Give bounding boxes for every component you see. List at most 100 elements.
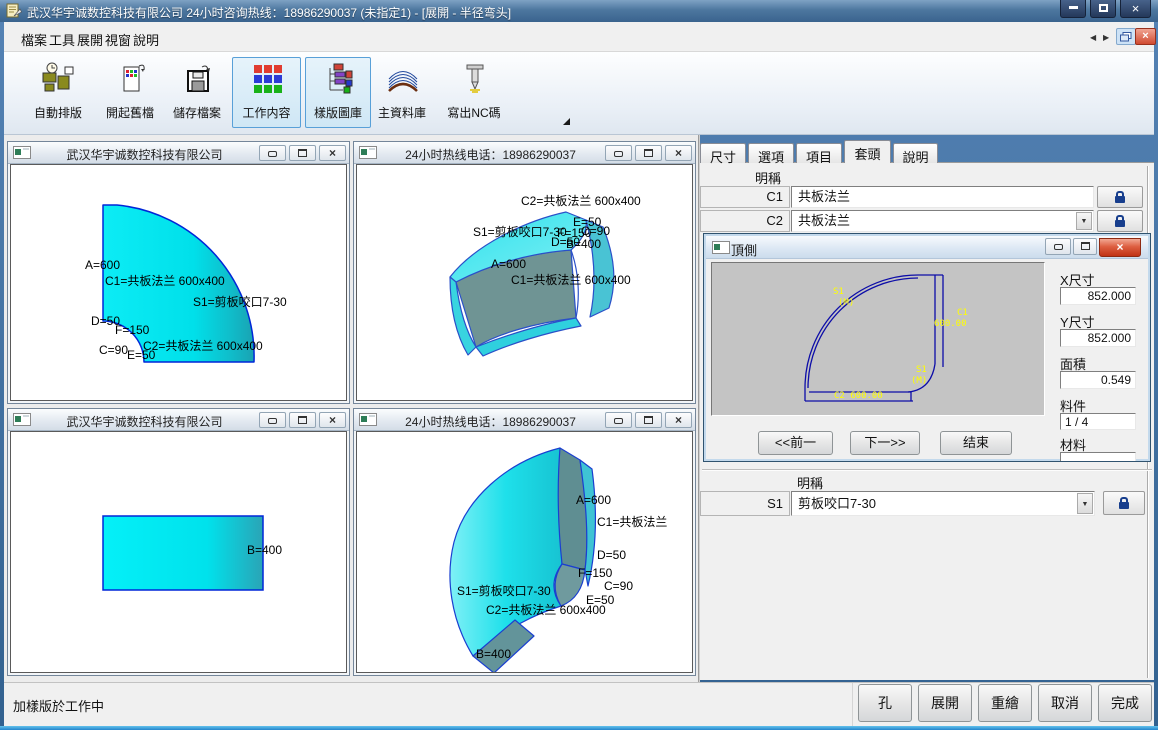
dialog-maximize-button[interactable] (1073, 238, 1097, 255)
lock-button-c1[interactable] (1097, 186, 1143, 208)
child-minimize-button[interactable] (605, 145, 632, 161)
mdi-restore-button[interactable] (1116, 28, 1136, 45)
write-nc-icon (457, 62, 493, 96)
child-titlebar[interactable]: 武汉华宇诚数控科技有限公司 × (8, 409, 349, 431)
child-window-iso-view-1: 24小时热线电话：18986290037 × C2=共板法兰 600x400S (353, 141, 696, 404)
child-minimize-button[interactable] (605, 412, 632, 428)
mdi-close-button[interactable]: × (1135, 28, 1156, 45)
status-divider (852, 683, 853, 727)
dimension-label: A=600 (576, 493, 611, 507)
child-close-button[interactable]: × (319, 145, 346, 161)
child-maximize-button[interactable] (635, 412, 662, 428)
next-button[interactable]: 下一>> (850, 431, 920, 455)
child-window-flat-pattern: 武汉华宇诚数控科技有限公司 × A=600C1=共板法兰 600x400S1=剪… (7, 141, 350, 404)
redraw-button[interactable]: 重繪 (978, 684, 1032, 722)
dimension-label: C1=共板法兰 600x400 (105, 272, 225, 289)
dimension-label: F=150 (578, 566, 612, 580)
chevron-down-icon[interactable]: ▼ (1076, 212, 1092, 230)
auto-nest-icon (41, 62, 77, 96)
toolbar-template-library-button[interactable]: 樣版圖庫 (305, 57, 371, 128)
part-count-field[interactable]: 1 / 4 (1060, 413, 1136, 430)
mdi-back-arrow-icon[interactable]: ◀ (1090, 33, 1096, 42)
maximize-button[interactable] (1090, 0, 1116, 18)
child-close-button[interactable]: × (665, 145, 692, 161)
dimension-label: C1=共板法兰 600x400 (511, 271, 631, 288)
dimension-label: (M) (838, 298, 854, 308)
toolbar-write-nc-button[interactable]: 寫出NC碼 (441, 57, 507, 128)
finish-button[interactable]: 完成 (1098, 684, 1152, 722)
child-close-button[interactable]: × (319, 412, 346, 428)
menu-help[interactable]: 說明 (130, 29, 162, 50)
row-combo-c2[interactable]: 共板法兰 ▼ (791, 210, 1094, 232)
minimize-button[interactable] (1060, 0, 1086, 18)
tab-options[interactable]: 選項 (748, 143, 794, 163)
y-size-field[interactable]: 852.000 (1060, 329, 1136, 347)
name-column-header: 明稱 (755, 168, 781, 187)
close-button[interactable]: × (1120, 0, 1151, 18)
dialog-close-button[interactable]: × (1099, 238, 1141, 257)
row-value-c1[interactable]: 共板法兰 (791, 186, 1094, 208)
lock-icon (1115, 196, 1125, 203)
window-title: 武汉华宇诚数控科技有限公司 24小时咨询热线：18986290037 (未指定1… (27, 4, 511, 21)
tab-notes[interactable]: 說明 (893, 143, 938, 163)
app-logo-icon (6, 3, 22, 18)
toolbar-save-file-button[interactable]: 儲存檔案 (164, 57, 230, 128)
toolbar-auto-nest-button[interactable]: 自動排版 (25, 57, 91, 128)
child-titlebar[interactable]: 武汉华宇诚数控科技有限公司 × (8, 142, 349, 164)
child-minimize-button[interactable] (259, 412, 286, 428)
dimension-label: C=90 (99, 343, 128, 357)
status-text: 加樣版於工作中 (13, 696, 104, 715)
material-field[interactable] (1060, 452, 1136, 462)
panel-separator (702, 469, 1152, 471)
child-window-icon (13, 413, 31, 426)
dialog-titlebar[interactable]: 頂側 × (706, 236, 1148, 259)
cancel-button[interactable]: 取消 (1038, 684, 1092, 722)
toolbar-main-database-button[interactable]: 主資料庫 (369, 57, 435, 128)
child-titlebar[interactable]: 24小时热线电话：18986290037 × (354, 409, 695, 431)
child-minimize-button[interactable] (259, 145, 286, 161)
toolbar-corner-marker-icon (563, 118, 570, 125)
dimension-label: C1=共板法兰 (597, 513, 667, 530)
dimension-label: S1 (916, 365, 927, 375)
combo-value: 共板法兰 (798, 213, 850, 228)
dimension-label: C2=共板法兰 600x400 (486, 601, 606, 618)
child-window-title: 24小时热线电话：18986290037 (382, 146, 599, 163)
dimension-label: C2=共板法兰 600x400 (143, 337, 263, 354)
status-bar: 加樣版於工作中 孔 展開 重繪 取消 完成 (4, 682, 1154, 726)
main-titlebar[interactable]: 武汉华宇诚数控科技有限公司 24小时咨询热线：18986290037 (未指定1… (0, 0, 1158, 22)
toolbar-job-content-button[interactable]: 工作内容 (232, 57, 301, 128)
name-column-header-bottom: 明稱 (797, 473, 823, 492)
toolbar-open-file-button[interactable]: 開起舊檔 (97, 57, 163, 128)
iso-view-drawing-2: A=600C1=共板法兰D=50F=150C=90S1=剪板咬口7-30E=50… (356, 431, 693, 673)
child-maximize-button[interactable] (635, 145, 662, 161)
lock-icon (1119, 502, 1129, 509)
tab-dimensions[interactable]: 尺寸 (700, 143, 746, 163)
child-maximize-button[interactable] (289, 145, 316, 161)
unfold-button[interactable]: 展開 (918, 684, 972, 722)
row-combo-s1[interactable]: 剪板咬口7-30 ▼ (791, 491, 1095, 516)
child-maximize-button[interactable] (289, 412, 316, 428)
tab-collar[interactable]: 套頭 (844, 140, 891, 163)
child-close-button[interactable]: × (665, 412, 692, 428)
dimension-label: B=400 (476, 647, 511, 661)
hole-button[interactable]: 孔 (858, 684, 912, 722)
dimension-label: A=600 (491, 257, 526, 271)
area-field[interactable]: 0.549 (1060, 371, 1136, 389)
mdi-forward-arrow-icon[interactable]: ▶ (1103, 33, 1109, 42)
window-bottom-frame (0, 726, 1158, 730)
end-button[interactable]: 结束 (940, 431, 1012, 455)
job-content-icon (250, 62, 286, 96)
dimension-label: B=400 (566, 237, 601, 251)
chevron-down-icon[interactable]: ▼ (1077, 493, 1093, 514)
child-titlebar[interactable]: 24小时热线电话：18986290037 × (354, 142, 695, 164)
x-size-field[interactable]: 852.000 (1060, 287, 1136, 305)
dialog-minimize-button[interactable] (1045, 238, 1071, 255)
toolbar: 自動排版 開起舊檔 儲存檔案 工作内容 樣版圖庫 (4, 52, 1154, 135)
previous-button[interactable]: <<前一 (758, 431, 833, 455)
menu-bar: 檔案 工具 展開 視窗 說明 ◀ ▶ × (4, 22, 1154, 52)
lock-button-c2[interactable] (1097, 210, 1143, 232)
lock-button-s1[interactable] (1103, 491, 1145, 515)
tab-items[interactable]: 項目 (796, 143, 842, 163)
child-window-icon (359, 146, 377, 159)
side-panel-shape (11, 432, 347, 673)
